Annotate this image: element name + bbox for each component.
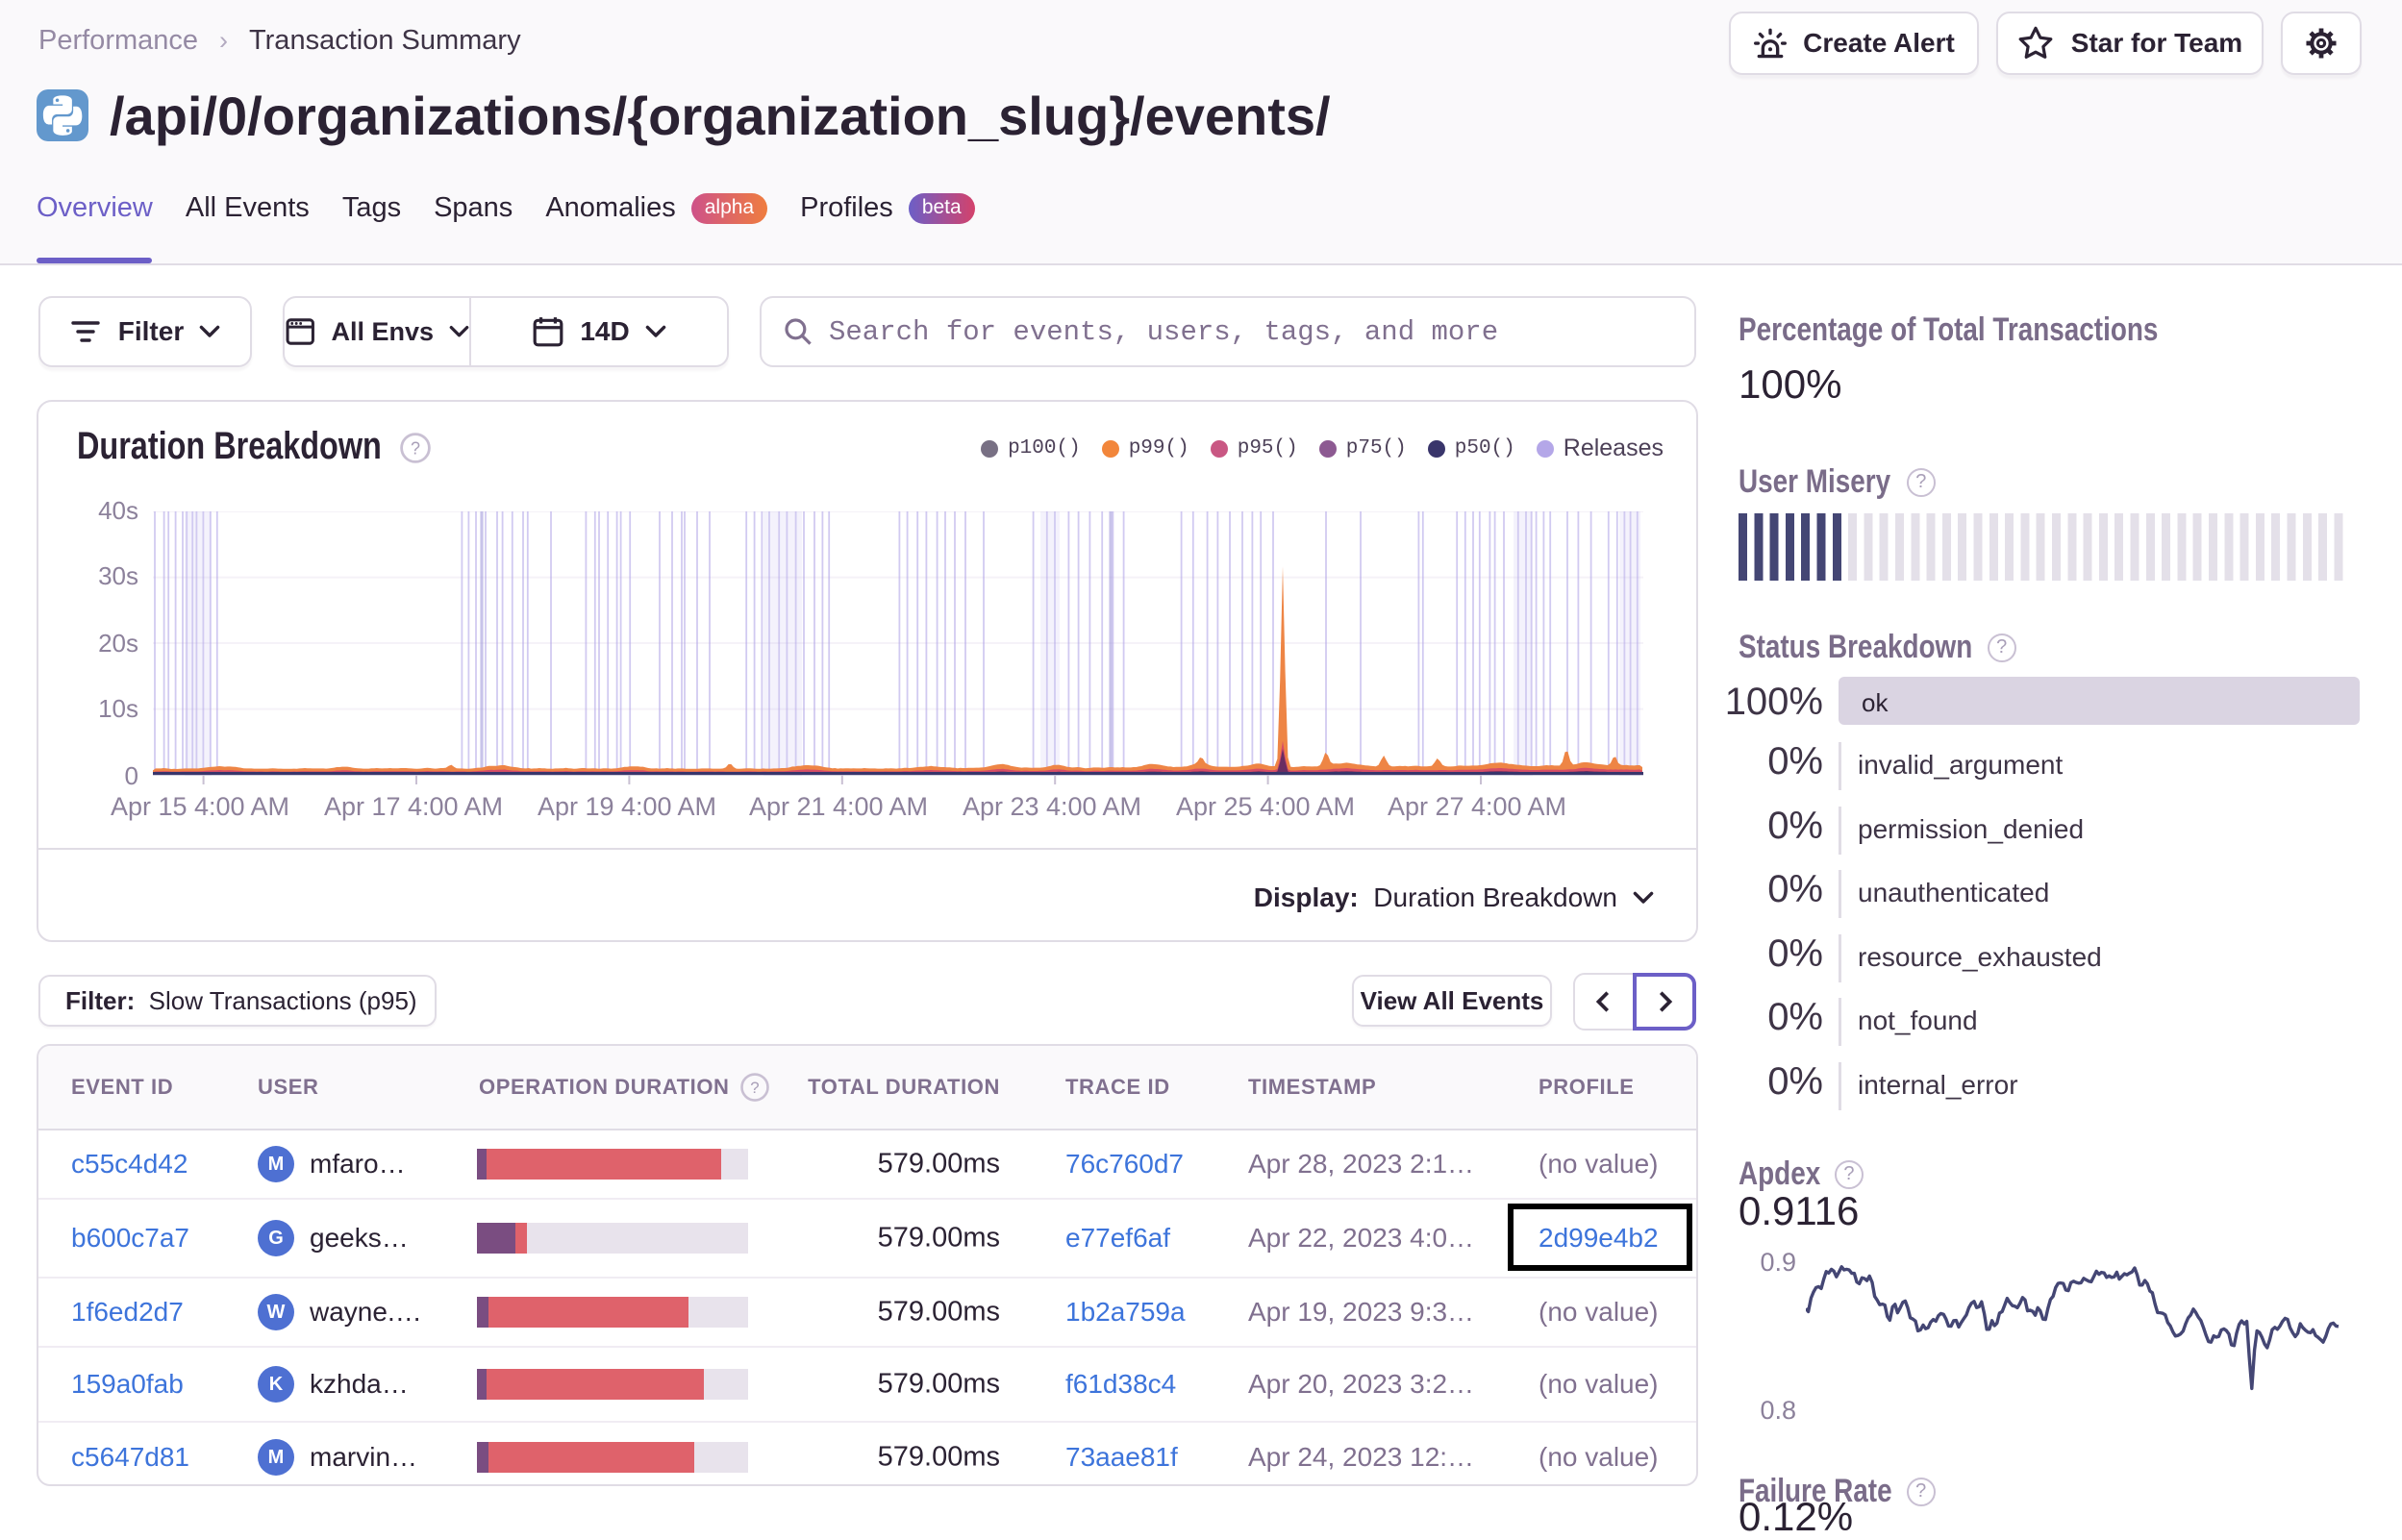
svg-text:?: ? [411, 438, 420, 458]
svg-text:?: ? [750, 1079, 759, 1097]
